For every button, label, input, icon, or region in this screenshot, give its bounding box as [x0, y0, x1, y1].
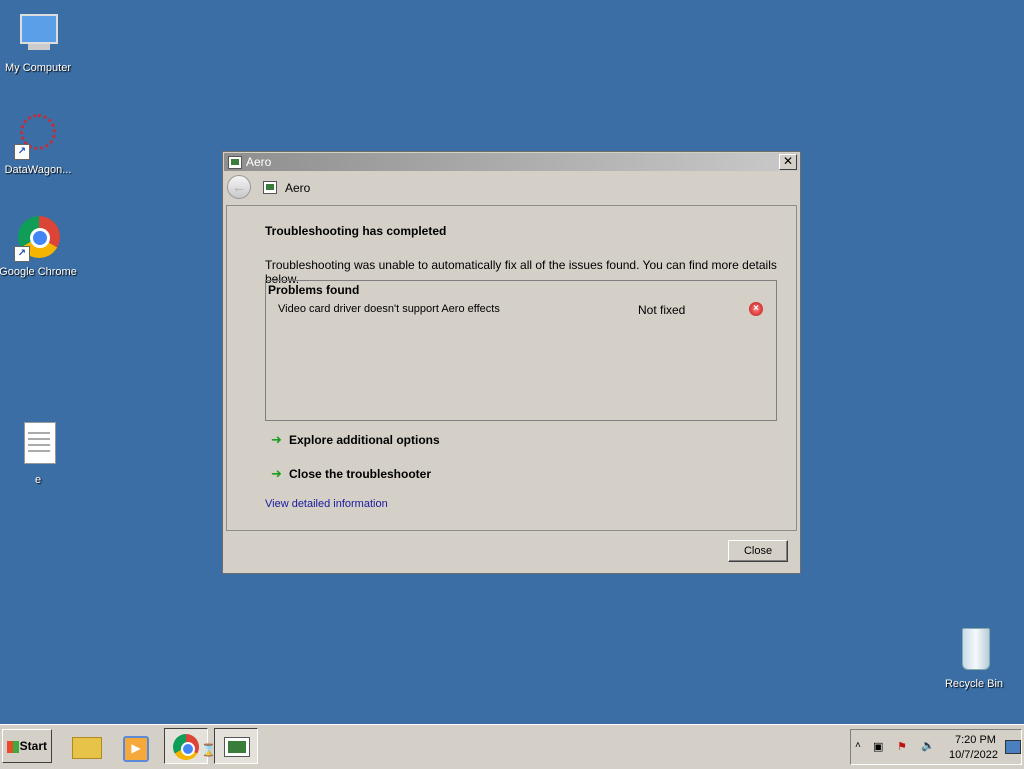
desktop-icon-label: DataWagon...: [4, 164, 72, 176]
desktop-icon-label: e: [34, 474, 42, 486]
aero-nav-icon: [263, 181, 277, 194]
volume-icon[interactable]: 🔈: [921, 739, 935, 752]
close-troubleshooter-link[interactable]: ➜ Close the troubleshooter: [271, 466, 431, 482]
title-bar[interactable]: Aero ✕: [224, 153, 799, 171]
desktop-icon-label: Google Chrome: [0, 266, 77, 278]
windows-logo-icon: [7, 741, 19, 753]
back-button[interactable]: ←: [227, 175, 251, 199]
desktop-icon-file-e[interactable]: e: [0, 422, 78, 486]
show-desktop-icon[interactable]: [1005, 740, 1021, 754]
shortcut-arrow-icon: ↗: [14, 144, 30, 160]
clock-time[interactable]: 7:20 PM: [955, 734, 996, 746]
taskbar-chrome[interactable]: ⌛: [164, 728, 216, 764]
desktop-icon-datawagon[interactable]: ↗ DataWagon...: [0, 112, 78, 176]
datawagon-icon: ↗: [14, 112, 62, 160]
system-tray: ˄ ▣ ⚑ 🔈 7:20 PM 10/7/2022: [850, 729, 1022, 765]
content-panel: Troubleshooting has completed Troublesho…: [226, 205, 797, 531]
desktop-icon-google-chrome[interactable]: ↗ Google Chrome: [0, 214, 78, 278]
explorer-icon: [72, 737, 102, 759]
page-heading: Troubleshooting has completed: [265, 224, 447, 238]
nav-row: ← Aero: [223, 172, 800, 204]
aero-app-icon: [228, 156, 242, 169]
problems-list: Problems found Video card driver doesn't…: [265, 280, 777, 421]
taskbar-media-player[interactable]: ▶: [113, 728, 157, 764]
desktop-icon-label: My Computer: [4, 62, 72, 74]
troubleshooter-dialog: Aero ✕ ← Aero Troubleshooting has comple…: [222, 151, 801, 574]
aero-troubleshooter-icon: [224, 737, 250, 757]
start-button[interactable]: Start: [2, 729, 52, 763]
problem-item-status: Not fixed: [638, 303, 686, 317]
option-label: Explore additional options: [289, 433, 440, 447]
network-icon[interactable]: ▣: [873, 740, 883, 753]
desktop-icon-my-computer[interactable]: My Computer: [0, 10, 78, 74]
action-center-icon[interactable]: ⚑: [897, 740, 907, 753]
media-player-icon: ▶: [123, 736, 149, 762]
show-hidden-icons-icon[interactable]: ˄: [855, 740, 861, 751]
view-detailed-information-link[interactable]: View detailed information: [265, 498, 388, 510]
window-title: Aero: [246, 155, 272, 169]
problem-item-name[interactable]: Video card driver doesn't support Aero e…: [278, 303, 500, 315]
nav-title: Aero: [285, 181, 311, 195]
green-arrow-icon: ➜: [271, 466, 282, 481]
desktop-icon-label: Recycle Bin: [944, 678, 1004, 690]
desktop-icon-recycle-bin[interactable]: Recycle Bin: [934, 626, 1014, 690]
taskbar-explorer[interactable]: [64, 728, 108, 764]
green-arrow-icon: ➜: [271, 432, 282, 447]
taskbar: Start ▶ ⌛ ˄ ▣ ⚑ 🔈 7:20 PM 10/7/2022: [0, 724, 1024, 769]
chrome-icon: ↗: [14, 214, 62, 262]
close-button[interactable]: Close: [728, 540, 788, 562]
problems-header: Problems found: [268, 283, 360, 297]
option-label: Close the troubleshooter: [289, 467, 432, 481]
text-file-icon: [14, 422, 62, 470]
start-label: Start: [19, 739, 47, 753]
error-icon: ×: [749, 302, 763, 316]
explore-options-link[interactable]: ➜ Explore additional options: [271, 432, 440, 448]
computer-icon: [14, 10, 62, 58]
window-close-button[interactable]: ✕: [779, 154, 797, 170]
chrome-icon: [173, 734, 199, 760]
shortcut-arrow-icon: ↗: [14, 246, 30, 262]
clock-date[interactable]: 10/7/2022: [949, 749, 998, 761]
recycle-bin-icon: [950, 626, 998, 674]
taskbar-aero-troubleshooter[interactable]: [214, 728, 258, 764]
